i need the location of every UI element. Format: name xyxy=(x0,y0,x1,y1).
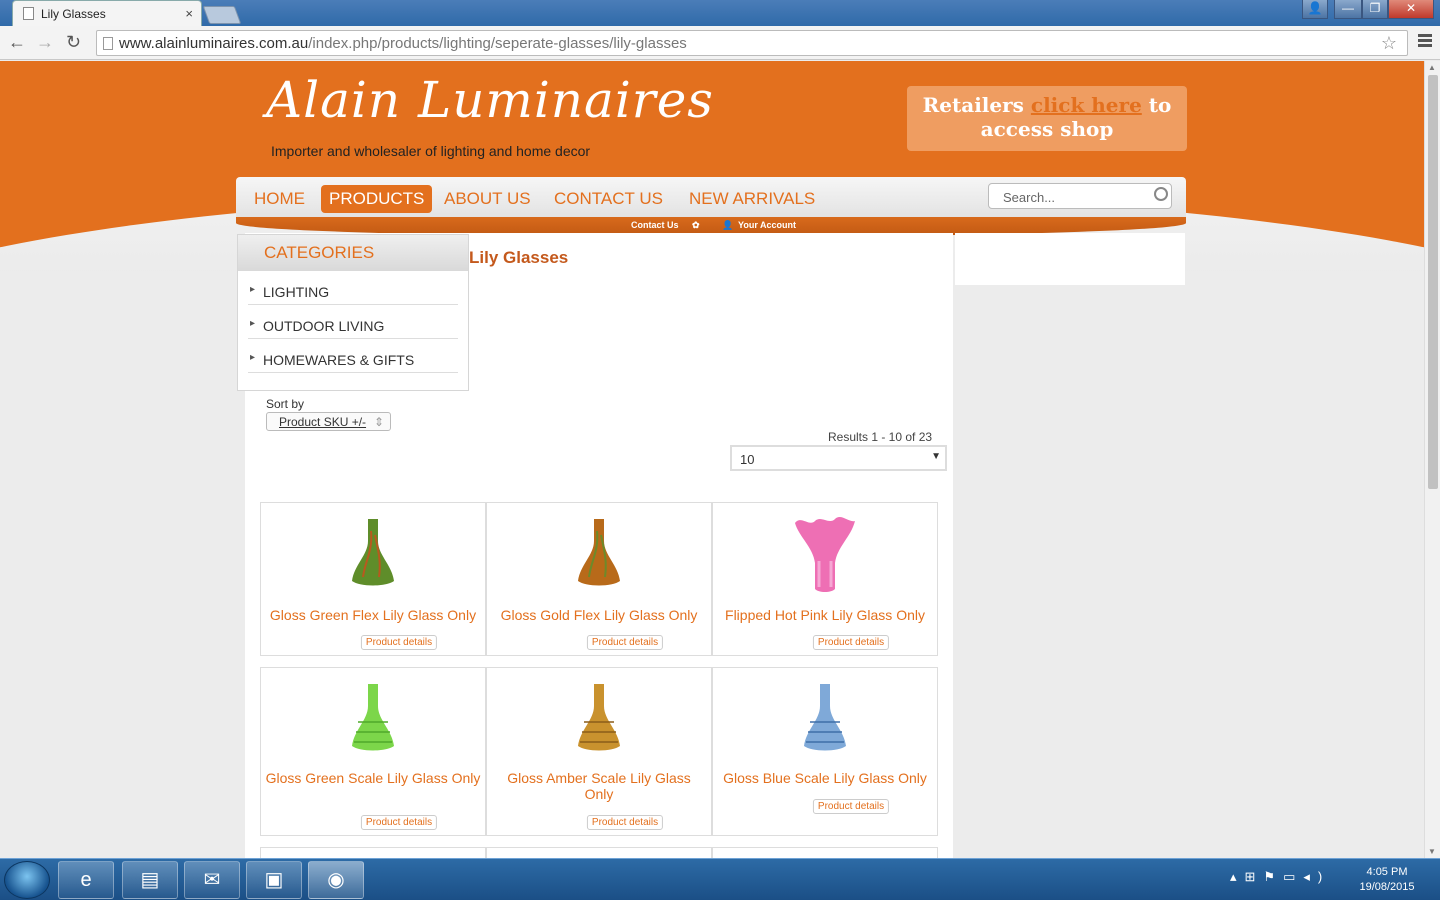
nav-contact-us[interactable]: CONTACT US xyxy=(546,185,671,213)
nav-products[interactable]: PRODUCTS xyxy=(321,185,433,213)
chrome-icon[interactable]: ◉ xyxy=(308,861,364,899)
retailers-click-here-link[interactable]: click here xyxy=(1031,93,1142,117)
reload-icon[interactable]: ↻ xyxy=(66,32,81,53)
monitor-icon[interactable]: ▣ xyxy=(246,861,302,899)
retailers-banner: Retailers click here to access shop xyxy=(907,86,1187,151)
product-card[interactable] xyxy=(486,847,712,858)
bookmark-star-icon[interactable]: ☆ xyxy=(1381,33,1397,54)
sort-toggle-icon: ⇕ xyxy=(373,415,384,429)
page-title: Lily Glasses xyxy=(469,248,569,267)
product-name[interactable]: Gloss Blue Scale Lily Glass Only xyxy=(717,770,933,786)
tab-title: Lily Glasses xyxy=(41,7,106,21)
start-button[interactable] xyxy=(4,861,50,899)
sort-label: Sort by xyxy=(266,397,305,411)
category-homewares-gifts[interactable]: HOMEWARES & GIFTS xyxy=(248,339,458,373)
clock-time: 4:05 PM xyxy=(1366,866,1408,878)
page-icon xyxy=(103,37,113,50)
product-details-button[interactable]: Product details xyxy=(812,799,890,814)
categories-heading: CATEGORIES xyxy=(238,235,468,271)
product-name[interactable]: Flipped Hot Pink Lily Glass Only xyxy=(717,607,933,623)
product-name[interactable]: Gloss Gold Flex Lily Glass Only xyxy=(491,607,707,623)
category-outdoor-living[interactable]: OUTDOOR LIVING xyxy=(248,305,458,339)
search-input[interactable]: Search... xyxy=(988,183,1172,209)
right-column xyxy=(955,233,1185,285)
product-image[interactable] xyxy=(576,682,622,754)
product-card[interactable]: Gloss Green Flex Lily Glass Only Product… xyxy=(260,502,486,656)
product-card[interactable]: Gloss Gold Flex Lily Glass Only Product … xyxy=(486,502,712,656)
system-clock[interactable]: 4:05 PM 19/08/2015 xyxy=(1352,865,1422,895)
nav-home[interactable]: HOME xyxy=(246,185,313,213)
os-taskbar: e ▤ ✉ ▣ ◉ ▴⊞⚑▭◂) 4:05 PM 19/08/2015 xyxy=(0,858,1440,900)
product-card[interactable] xyxy=(712,847,938,858)
dropdown-arrow-icon: ▼ xyxy=(931,451,941,462)
close-window-button[interactable]: ✕ xyxy=(1388,0,1434,19)
browser-titlebar: Lily Glasses × 👤 — ❐ ✕ xyxy=(0,0,1440,26)
url-host: www.alainluminaires.com.au xyxy=(119,35,309,52)
minimize-button[interactable]: — xyxy=(1334,0,1362,19)
browser-tab[interactable]: Lily Glasses × xyxy=(12,0,202,26)
categories-panel: CATEGORIES LIGHTING OUTDOOR LIVING HOMEW… xyxy=(237,234,469,391)
product-card[interactable]: Gloss Green Scale Lily Glass Only Produc… xyxy=(260,667,486,836)
product-image[interactable] xyxy=(350,682,396,754)
category-lighting[interactable]: LIGHTING xyxy=(248,271,458,305)
product-details-button[interactable]: Product details xyxy=(812,635,890,650)
page-favicon-icon xyxy=(23,7,34,20)
site-logo[interactable]: Alain Luminaires xyxy=(266,71,714,129)
product-details-button[interactable]: Product details xyxy=(586,635,664,650)
browser-menu-icon[interactable] xyxy=(1418,34,1432,48)
product-image[interactable] xyxy=(351,517,395,589)
product-name[interactable]: Gloss Green Flex Lily Glass Only xyxy=(265,607,481,623)
product-image[interactable] xyxy=(577,517,621,589)
clock-date: 19/08/2015 xyxy=(1359,881,1415,893)
site-tagline: Importer and wholesaler of lighting and … xyxy=(271,143,591,159)
tab-close-icon[interactable]: × xyxy=(185,6,193,21)
per-page-select[interactable]: 10 ▼ xyxy=(730,445,947,471)
product-details-button[interactable]: Product details xyxy=(360,635,438,650)
product-card[interactable] xyxy=(260,847,486,858)
user-icon: 👤 xyxy=(722,220,734,230)
product-details-button[interactable]: Product details xyxy=(360,815,438,830)
product-details-button[interactable]: Product details xyxy=(586,815,664,830)
restore-button[interactable]: ❐ xyxy=(1362,0,1388,19)
search-icon[interactable] xyxy=(1154,187,1168,201)
product-name[interactable]: Gloss Green Scale Lily Glass Only xyxy=(265,770,481,786)
gear-icon: ✿ xyxy=(692,220,700,230)
nav-new-arrivals[interactable]: NEW ARRIVALS xyxy=(681,185,823,213)
ie-icon[interactable]: e xyxy=(58,861,114,899)
product-image[interactable] xyxy=(793,517,857,593)
sort-button[interactable]: Product SKU +/- ⇕ xyxy=(266,412,391,431)
scroll-thumb[interactable] xyxy=(1428,75,1438,489)
back-arrow-icon[interactable]: ← xyxy=(8,32,26,53)
product-card[interactable]: Flipped Hot Pink Lily Glass Only Product… xyxy=(712,502,938,656)
new-tab-button[interactable] xyxy=(202,6,242,24)
system-tray-icons[interactable]: ▴⊞⚑▭◂) xyxy=(1230,869,1330,885)
address-bar[interactable]: www.alainluminaires.com.au/index.php/pro… xyxy=(96,30,1408,56)
browser-toolbar: ← → ↻ www.alainluminaires.com.au/index.p… xyxy=(0,26,1440,60)
explorer-icon[interactable]: ▤ xyxy=(122,861,178,899)
results-count: Results 1 - 10 of 23 xyxy=(828,430,933,444)
nav-about-us[interactable]: ABOUT US xyxy=(436,185,539,213)
forward-arrow-icon[interactable]: → xyxy=(36,32,54,53)
product-card[interactable]: Gloss Blue Scale Lily Glass Only Product… xyxy=(712,667,938,836)
url-path: /index.php/products/lighting/seperate-gl… xyxy=(308,35,687,52)
page-viewport: Alain Luminaires Importer and wholesaler… xyxy=(0,61,1424,858)
scroll-up-icon[interactable]: ▲ xyxy=(1428,63,1436,72)
subnav-your-account[interactable]: Your Account xyxy=(738,220,796,230)
product-name[interactable]: Gloss Amber Scale Lily Glass Only xyxy=(491,770,707,802)
scroll-down-icon[interactable]: ▼ xyxy=(1428,847,1436,856)
subnav-contact-us[interactable]: Contact Us xyxy=(631,220,679,230)
user-profile-button[interactable]: 👤 xyxy=(1302,0,1328,19)
product-image[interactable] xyxy=(802,682,848,754)
outlook-icon[interactable]: ✉ xyxy=(184,861,240,899)
page-scrollbar[interactable]: ▲ ▼ xyxy=(1424,61,1440,858)
product-card[interactable]: Gloss Amber Scale Lily Glass Only Produc… xyxy=(486,667,712,836)
main-nav: HOME PRODUCTS ABOUT US CONTACT US NEW AR… xyxy=(236,177,1186,219)
